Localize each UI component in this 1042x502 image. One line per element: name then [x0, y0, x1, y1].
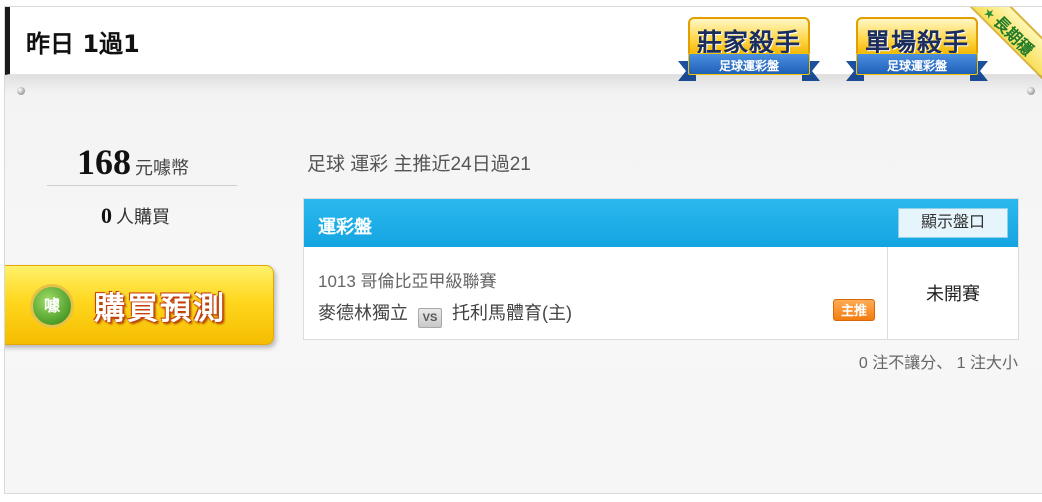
card-header: 昨日 1過1 莊家殺手 足球運彩盤 單場殺手 足球運彩盤 ★長期穩: [5, 7, 1042, 82]
buy-prediction-button[interactable]: 噱 購買預測: [5, 265, 274, 345]
badge-ribbon: 足球運彩盤: [886, 59, 947, 73]
buyers-value: 0: [101, 203, 112, 228]
buyers-count: 0 人購買: [101, 203, 170, 229]
vs-icon: VS: [418, 308, 442, 328]
pin-icon: [17, 87, 25, 95]
main-pick-badge: 主推: [833, 299, 875, 321]
price-value: 168: [77, 142, 131, 182]
buyers-label: 人購買: [116, 207, 170, 227]
show-odds-button[interactable]: 顯示盤口: [898, 208, 1008, 238]
price-currency: 元噱幣: [135, 158, 189, 178]
badge-ribbon: 足球運彩盤: [718, 59, 779, 73]
prediction-card: 昨日 1過1 莊家殺手 足球運彩盤 單場殺手 足球運彩盤 ★長期穩 168 元噱…: [4, 6, 1042, 494]
pick-summary: 0 注不讓分、 1 注大小: [858, 355, 1018, 372]
corner-label: 長期穩: [989, 12, 1038, 60]
game-row: 1013 哥倫比亞甲級聯賽 麥德林獨立 VS 托利馬體育(主) 主推: [304, 247, 888, 339]
pin-icon: [1027, 87, 1035, 95]
panel-title: 運彩盤: [318, 217, 372, 238]
panel-header: 運彩盤 顯示盤口: [304, 199, 1018, 247]
buy-prediction-label: 購買預測: [94, 291, 226, 327]
game-status: 未開賽: [926, 284, 980, 304]
page-title: 昨日 1過1: [26, 30, 140, 58]
team-away: 麥德林獨立: [318, 303, 408, 323]
record-info: 足球 運彩 主推近24日過21: [307, 154, 531, 175]
game-teams: 麥德林獨立 VS 托利馬體育(主): [318, 299, 572, 328]
lottery-panel: 運彩盤 顯示盤口 1013 哥倫比亞甲級聯賽 麥德林獨立 VS 托利馬體育(主) 主…: [303, 198, 1019, 340]
game-league: 1013 哥倫比亞甲級聯賽: [318, 272, 497, 291]
divider: [47, 185, 237, 186]
coin-icon: 噱: [30, 284, 74, 328]
team-home: 托利馬體育(主): [452, 303, 572, 323]
price: 168 元噱幣: [77, 141, 189, 183]
